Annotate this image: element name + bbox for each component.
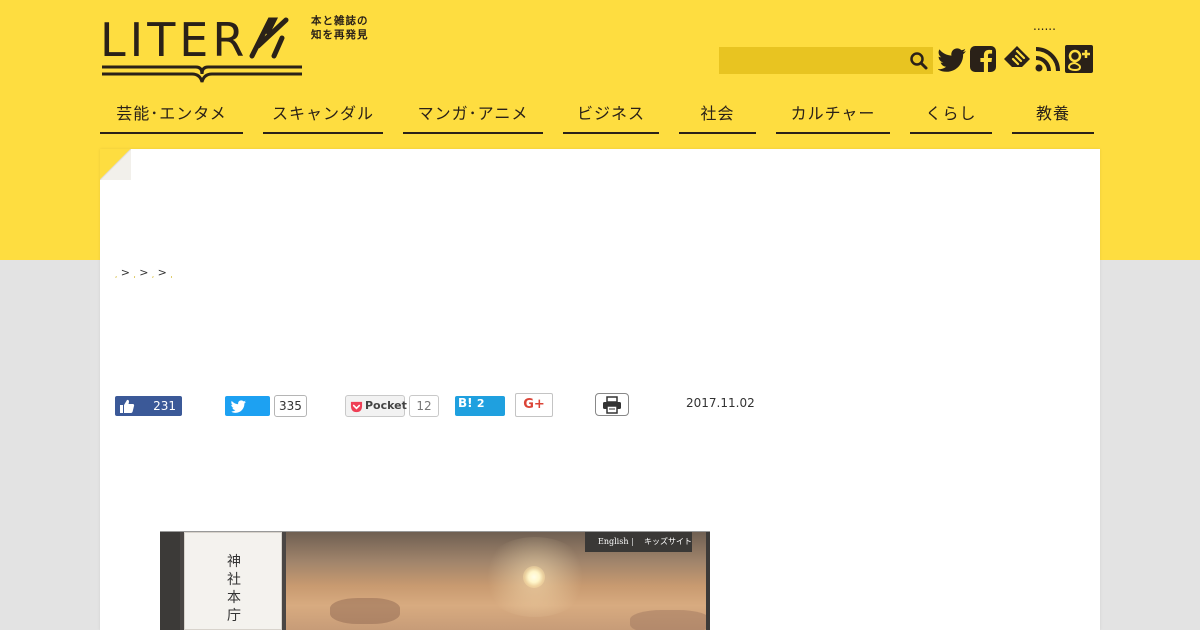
cloud (330, 598, 400, 624)
breadcrumb-link[interactable]: , (170, 271, 172, 279)
thumbs-up-icon (120, 399, 135, 413)
facebook-icon[interactable] (968, 44, 998, 74)
nav-item-society[interactable]: 社会 (679, 98, 756, 134)
nav-item-culture[interactable]: カルチャー (776, 98, 890, 134)
site-logo[interactable]: LITER 本と雑誌の知を再発見 (100, 14, 380, 86)
image-right-bar (706, 532, 710, 630)
logo-wordmark: LITER (100, 16, 294, 63)
breadcrumb-link[interactable]: , (152, 271, 154, 279)
logo-tagline: 本と雑誌の知を再発見 (311, 15, 369, 41)
breadcrumb-separator: > (139, 266, 149, 279)
breadcrumb: , > , > , > , (115, 266, 173, 279)
rss-icon[interactable] (1033, 44, 1063, 74)
shrine-site-toplinks: English キッズサイト (585, 532, 692, 552)
pocket-icon (350, 401, 363, 413)
link-separator (632, 538, 633, 546)
twitter-share-button[interactable] (225, 396, 270, 416)
print-icon (603, 396, 621, 414)
pocket-save-button[interactable]: Pocket (345, 395, 407, 417)
twitter-share-count: 335 (274, 395, 307, 417)
print-button[interactable] (595, 393, 629, 416)
shrine-title: 神社本庁 (227, 554, 241, 624)
feedly-icon[interactable] (1002, 44, 1032, 74)
breadcrumb-link[interactable]: , (115, 271, 117, 279)
twitter-icon[interactable] (938, 44, 968, 74)
logo-open-book-icon (102, 65, 302, 83)
nav-item-lifestyle[interactable]: くらし (910, 98, 992, 134)
breadcrumb-link[interactable]: , (133, 271, 135, 279)
logo-alpha-mark (249, 17, 289, 59)
nav-item-education[interactable]: 教養 (1012, 98, 1094, 134)
pocket-label: Pocket (365, 399, 407, 412)
sun (523, 566, 545, 588)
hatena-count: 2 (476, 397, 485, 410)
hatena-bookmark-button[interactable]: B! 2 (455, 396, 505, 416)
image-left-bar (160, 532, 180, 630)
article-panel: , > , > , > , 231 335 Pocket 12 B! 2 G+ (100, 149, 1100, 630)
page-fold-corner (100, 149, 131, 180)
article-image: 神社本庁 English キッズサイト (160, 532, 710, 630)
publish-date: 2017.11.02 (686, 396, 755, 410)
search-box (719, 47, 933, 74)
breadcrumb-separator: > (120, 266, 130, 279)
search-icon[interactable] (909, 51, 929, 71)
nav-item-business[interactable]: ビジネス (563, 98, 659, 134)
google-plus-icon[interactable] (1064, 44, 1094, 74)
search-input[interactable] (719, 47, 905, 74)
facebook-like-count: 231 (153, 399, 176, 413)
header-dots: ...... (1033, 19, 1056, 33)
facebook-like-button[interactable]: 231 (115, 396, 182, 416)
nav-item-scandal[interactable]: スキャンダル (263, 98, 383, 134)
shrine-title-card: 神社本庁 (184, 532, 282, 630)
breadcrumb-separator: > (157, 266, 167, 279)
hatena-label: B! (458, 396, 473, 410)
google-plus-share-button[interactable]: G+ (515, 393, 553, 417)
twitter-bird-icon (231, 400, 246, 413)
shrine-link-kids: キッズサイト (644, 537, 692, 546)
cloud (630, 610, 710, 630)
shrine-link-english: English (598, 537, 629, 546)
nav-item-manga-anime[interactable]: マンガ･アニメ (403, 98, 543, 134)
pocket-count: 12 (409, 395, 439, 417)
nav-item-entertainment[interactable]: 芸能･エンタメ (100, 98, 243, 134)
